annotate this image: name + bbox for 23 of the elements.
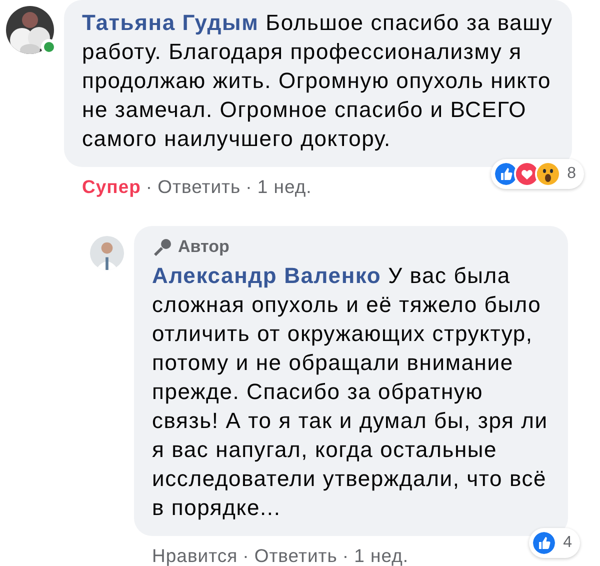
thumbs-up-icon [495,163,518,185]
reaction-count: 4 [563,533,572,554]
reaction-count: 8 [567,164,576,184]
separator-dot: · [144,175,154,199]
action-link[interactable]: Ответить [158,173,241,201]
reaction-summary[interactable]: 4 [529,528,580,558]
separator-dot: · [242,544,250,566]
microphone-icon [152,238,172,256]
author-link[interactable]: Татьяна Гудым [82,10,259,35]
action-link[interactable]: Ответить [254,542,338,566]
surprised-face-icon [537,163,560,185]
thumbs-up-icon [533,532,556,554]
author-label: Автор [178,236,230,258]
comment-text: Александр Валенко У вас была сложная опухоль и её тяжело было отличить от окружающих структур, потому и не обращали внимание прежде. Спасибо за обратную связь! А то я так и думал бы, зря ли я вас напугал, когда остальные исследователи утверждали, что всё в порядке... [152,262,549,522]
author-link[interactable]: Александр Валенко [152,263,382,288]
timestamp: 1 нед. [354,544,409,566]
reaction-summary[interactable]: 8 [491,159,584,189]
reaction-link[interactable]: Супер [82,173,141,201]
separator-dot: · [244,175,254,199]
comment-text: Татьяна Гудым Большое спасибо за вашу работу. Благодаря профессионализму я продолжаю жить. Огромную опухоль никто не замечал. Огромное спасибо и ВСЕГО самого наилучшего доктору. [82,9,554,153]
timestamp: 1 нед. [257,175,312,199]
separator-dot: · [341,544,350,566]
action-link[interactable]: Нравится [152,542,238,566]
